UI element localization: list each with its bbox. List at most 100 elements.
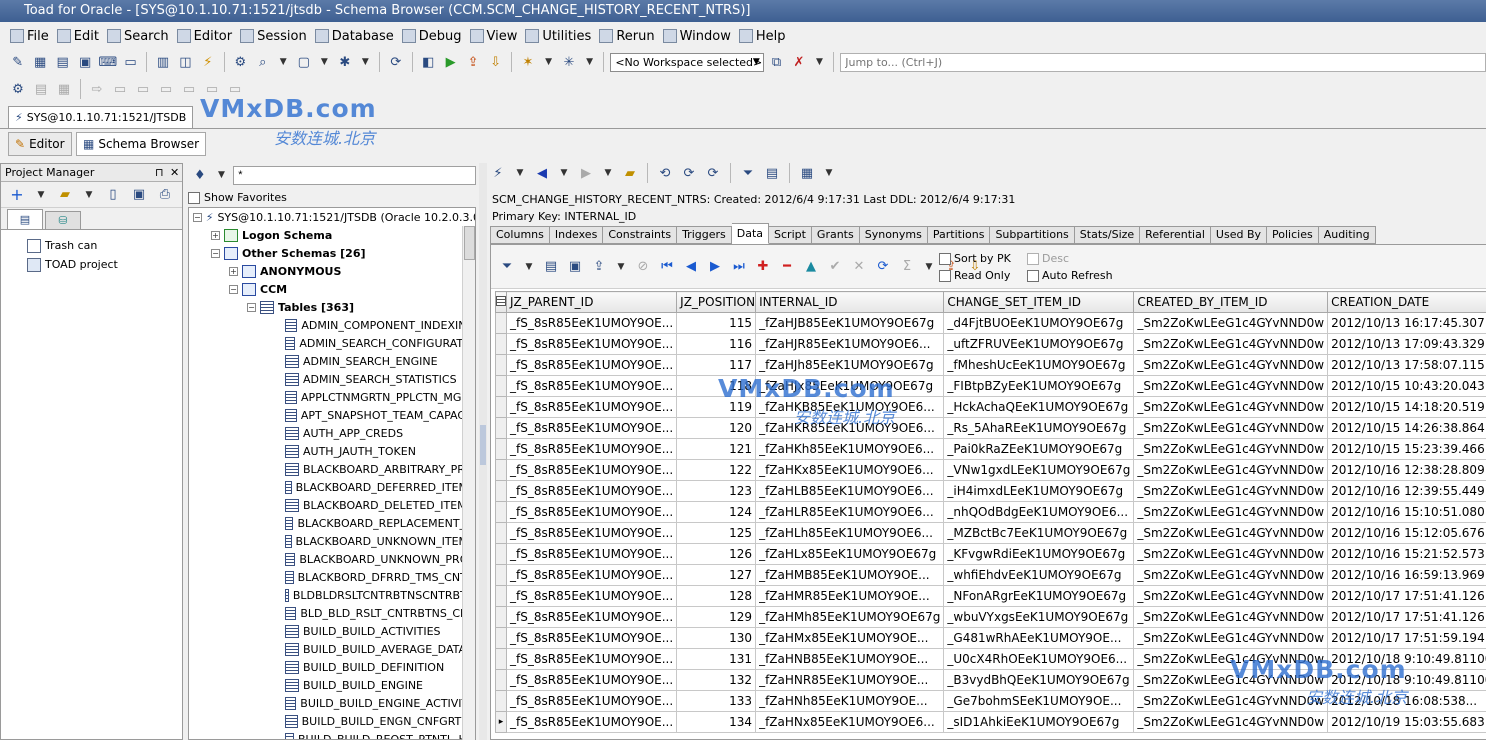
menu-debug[interactable]: Debug (400, 25, 468, 47)
new-file-icon[interactable]: ▯ (103, 185, 123, 205)
print-icon[interactable]: ⎙ (155, 185, 175, 205)
sql-icon[interactable]: ⌨ (98, 52, 118, 72)
cell-change-set-item-id[interactable]: _NFonARgrEeK1UMOY9OE67g (943, 585, 1135, 607)
tab-data[interactable]: Data (731, 223, 770, 244)
row-indicator[interactable] (495, 480, 507, 502)
tree-table-item[interactable]: BUILD_BUILD_ENGN_CNFGRTN_ (189, 712, 475, 730)
cell-jz-position[interactable]: 121 (676, 438, 757, 460)
refresh-data-icon[interactable]: ⟳ (873, 257, 893, 277)
table-row[interactable]: _fS_8sR85EeK1UMOY9OE... 119 _fZaHKB85EeK1U… (495, 396, 1486, 418)
tree-scrollbar-thumb[interactable] (464, 226, 475, 260)
menu-file[interactable]: File (8, 25, 55, 47)
add-icon[interactable]: + (7, 185, 27, 205)
tree-table-item[interactable]: BLACKBOARD_UNKNOWN_ITEMS (189, 532, 475, 550)
table-row[interactable]: _fS_8sR85EeK1UMOY9OE... 127 _fZaHMB85EeK1U… (495, 564, 1486, 586)
cell-creation-date[interactable]: 2012/10/13 16:17:45.307... (1327, 312, 1486, 334)
table-row[interactable]: _fS_8sR85EeK1UMOY9OE... 125 _fZaHLh85EeK1U… (495, 522, 1486, 544)
cell-created-by-item-id[interactable]: _Sm2ZoKwLEeG1c4GYvNND0w (1133, 354, 1329, 376)
cell-creation-date[interactable]: 2012/10/16 12:38:28.809... (1327, 459, 1486, 481)
cell-jz-parent-id[interactable]: _fS_8sR85EeK1UMOY9OE... (505, 522, 678, 544)
cell-jz-position[interactable]: 117 (676, 354, 757, 376)
cell-internal-id[interactable]: _fZaHMx85EeK1UMOY9OE... (755, 627, 945, 649)
table-row[interactable]: _fS_8sR85EeK1UMOY9OE... 129 _fZaHMh85EeK1U… (495, 606, 1486, 628)
row-indicator[interactable] (495, 585, 507, 607)
cell-internal-id[interactable]: _fZaHLB85EeK1UMOY9OE6... (755, 480, 945, 502)
sync-dropdown-icon[interactable]: ▼ (582, 52, 598, 72)
cell-change-set-item-id[interactable]: _Pai0kRaZEeK1UMOY9OE67g (943, 438, 1135, 460)
project-tab-files[interactable]: ▤ (7, 209, 43, 229)
schema-filter-input[interactable] (233, 165, 476, 185)
cell-creation-date[interactable]: 2012/10/16 16:59:13.969... (1327, 564, 1486, 586)
cell-change-set-item-id[interactable]: _uftZFRUVEeK1UMOY9OE67g (943, 333, 1135, 355)
cell-jz-parent-id[interactable]: _fS_8sR85EeK1UMOY9OE... (505, 396, 678, 418)
table-row[interactable]: _fS_8sR85EeK1UMOY9OE... 122 _fZaHKx85EeK1U… (495, 459, 1486, 481)
panel-splitter[interactable] (479, 163, 487, 740)
cell-creation-date[interactable]: 2012/10/15 14:18:20.519... (1327, 396, 1486, 418)
cell-created-by-item-id[interactable]: _Sm2ZoKwLEeG1c4GYvNND0w (1133, 459, 1329, 481)
cell-creation-date[interactable]: 2012/10/17 17:51:59.194... (1327, 627, 1486, 649)
cell-creation-date[interactable]: 2012/10/15 14:26:38.864... (1327, 417, 1486, 439)
prior-record-icon[interactable]: ◀ (681, 257, 701, 277)
cell-jz-position[interactable]: 129 (676, 606, 757, 628)
tab-subpartitions[interactable]: Subpartitions (990, 226, 1075, 244)
workspace-delete-icon[interactable]: ✗ (789, 52, 808, 72)
connection-select-dropdown-icon[interactable]: ▼ (512, 163, 528, 183)
open-dropdown-icon[interactable]: ▼ (81, 185, 97, 205)
row-indicator[interactable] (495, 312, 507, 334)
cell-change-set-item-id[interactable]: _d4FjtBUOEeK1UMOY9OE67g (943, 312, 1135, 334)
lightning-icon[interactable]: ⚡ (198, 52, 217, 72)
cell-change-set-item-id[interactable]: _KFvgwRdiEeK1UMOY9OE67g (943, 543, 1135, 565)
run-icon[interactable]: ▶ (441, 52, 460, 72)
tab-stats-size[interactable]: Stats/Size (1074, 226, 1141, 244)
insert-record-icon[interactable]: ✚ (753, 257, 773, 277)
cell-jz-position[interactable]: 133 (676, 690, 757, 712)
refresh-icon[interactable]: ⟳ (386, 52, 405, 72)
cell-creation-date[interactable]: 2012/10/17 17:51:41.126... (1327, 606, 1486, 628)
tree-root[interactable]: − ⚡ SYS@10.1.10.71:1521/JTSDB (Oracle 10… (189, 208, 475, 226)
delete-record-icon[interactable]: ━ (777, 257, 797, 277)
window-list-icon[interactable]: ▢ (294, 52, 313, 72)
column-header-jz-parent-id[interactable]: JZ_PARENT_ID (505, 291, 678, 313)
tree-table-item[interactable]: BUILD_BUILD_AVERAGE_DATA (189, 640, 475, 658)
tab-synonyms[interactable]: Synonyms (859, 226, 928, 244)
cell-creation-date[interactable]: 2012/10/17 17:51:41.126... (1327, 585, 1486, 607)
cell-created-by-item-id[interactable]: _Sm2ZoKwLEeG1c4GYvNND0w (1133, 501, 1329, 523)
table-row[interactable]: _fS_8sR85EeK1UMOY9OE... 115 _fZaHJB85EeK1U… (495, 312, 1486, 334)
cell-creation-date[interactable]: 2012/10/16 12:39:55.449... (1327, 480, 1486, 502)
cell-internal-id[interactable]: _fZaHNh85EeK1UMOY9OE... (755, 690, 945, 712)
compare-icon[interactable]: ✶ (518, 52, 537, 72)
cell-creation-date[interactable]: 2012/10/15 15:23:39.466... (1327, 438, 1486, 460)
menu-search[interactable]: Search (105, 25, 175, 47)
cell-jz-parent-id[interactable]: _fS_8sR85EeK1UMOY9OE... (505, 585, 678, 607)
column-header-change-set-item-id[interactable]: CHANGE_SET_ITEM_ID (943, 291, 1135, 313)
close-icon[interactable]: ✕ (170, 164, 179, 182)
cell-change-set-item-id[interactable]: _fMheshUcEeK1UMOY9OE67g (943, 354, 1135, 376)
cell-internal-id[interactable]: _fZaHJR85EeK1UMOY9OE6... (755, 333, 945, 355)
row-indicator[interactable] (495, 333, 507, 355)
menu-help[interactable]: Help (737, 25, 792, 47)
add-dropdown-icon[interactable]: ▼ (33, 185, 49, 205)
column-header-created-by-item-id[interactable]: CREATED_BY_ITEM_ID (1133, 291, 1329, 313)
project-tab-database[interactable]: ⛁ (45, 211, 81, 229)
tab-columns[interactable]: Columns (490, 226, 550, 244)
cell-internal-id[interactable]: _fZaHLh85EeK1UMOY9OE6... (755, 522, 945, 544)
grid-filter-dropdown-icon[interactable]: ▼ (521, 257, 537, 277)
menu-database[interactable]: Database (313, 25, 400, 47)
sort-by-pk-checkbox[interactable] (939, 252, 951, 265)
tree-table-item[interactable]: BLACKBOARD_UNKNOWN_PROP (189, 550, 475, 568)
row-indicator[interactable]: ▸ (495, 711, 507, 733)
collapse-icon[interactable]: − (211, 248, 220, 258)
project-item-trash[interactable]: Trash can (1, 236, 182, 255)
cell-internal-id[interactable]: _fZaHMR85EeK1UMOY9OE... (755, 585, 945, 607)
show-favorites-checkbox[interactable] (188, 191, 200, 204)
row-indicator[interactable] (495, 606, 507, 628)
refresh-all-icon[interactable]: ⟳ (679, 163, 699, 183)
cell-creation-date[interactable]: 2012/10/16 15:12:05.676... (1327, 522, 1486, 544)
edit-record-icon[interactable]: ▲ (801, 257, 821, 277)
pin-icon[interactable]: ⊓ (155, 164, 164, 182)
last-record-icon[interactable]: ⏭ (729, 257, 749, 277)
first-record-icon[interactable]: ⏮ (657, 257, 677, 277)
collapse-icon[interactable]: − (229, 284, 238, 294)
tree-table-item[interactable]: BUILD_BUILD_ENGINE (189, 676, 475, 694)
column-header-internal-id[interactable]: INTERNAL_ID (755, 291, 945, 313)
